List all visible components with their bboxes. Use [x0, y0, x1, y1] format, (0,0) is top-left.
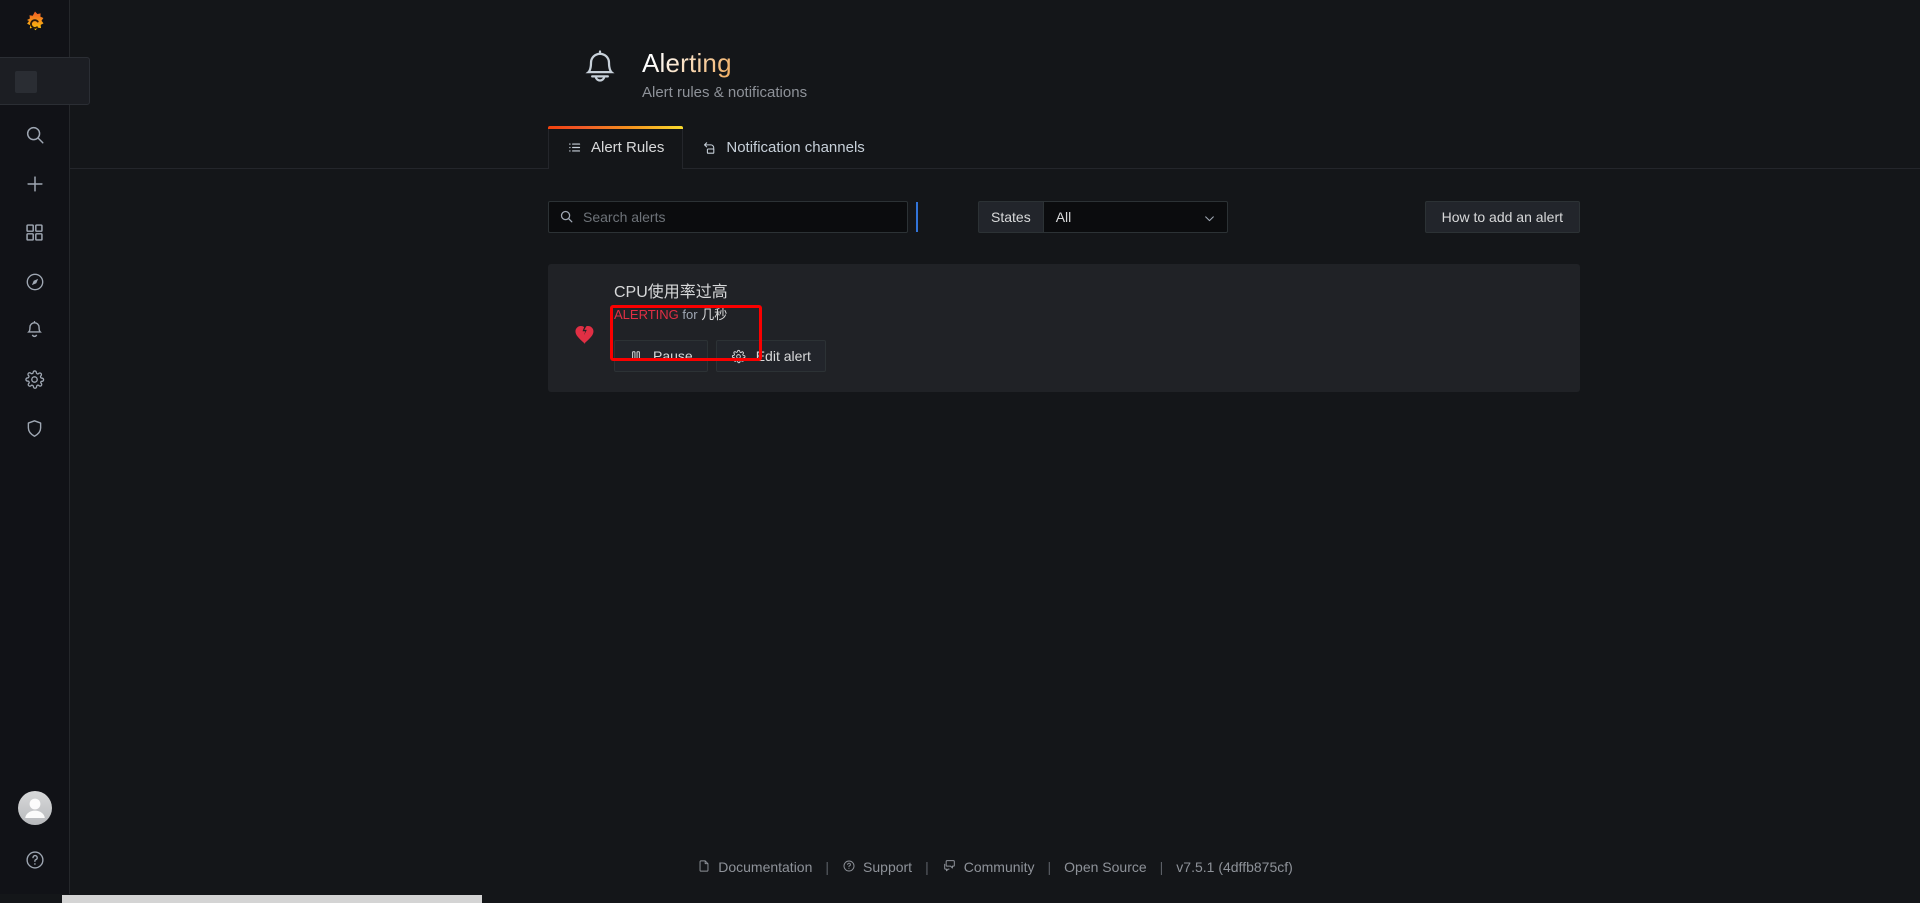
alert-rule-body: CPU使用率过高 ALERTING for 几秒: [614, 282, 1560, 372]
pause-button[interactable]: Pause: [614, 340, 708, 372]
page-title: Alerting: [642, 48, 807, 78]
alerts-toolbar: States All How to add an alert: [548, 201, 1580, 233]
list-icon: [567, 140, 582, 155]
tab-alert-rules[interactable]: Alert Rules: [548, 127, 683, 168]
footer-link-community[interactable]: Community: [942, 858, 1035, 876]
alert-rule-item[interactable]: CPU使用率过高 ALERTING for 几秒: [548, 264, 1580, 392]
search-icon: [24, 124, 46, 146]
footer-separator: |: [912, 859, 942, 875]
alert-rule-actions: Pause: [614, 340, 1560, 372]
tab-bar: Alert Rules Notification channels: [70, 127, 1920, 169]
content-area: States All How to add an alert: [70, 169, 1920, 392]
compass-icon: [24, 271, 46, 293]
share-icon: [701, 140, 717, 156]
document-icon: [697, 859, 711, 876]
grafana-app: Alerting Alert rules & notifications: [0, 0, 1920, 903]
main-content: Alerting Alert rules & notifications: [70, 0, 1920, 903]
sidebar-bottom-group: [0, 791, 69, 903]
sidebar-item-configuration[interactable]: [0, 355, 70, 404]
how-to-add-alert-button[interactable]: How to add an alert: [1425, 201, 1580, 233]
footer-link-support[interactable]: Support: [842, 859, 912, 876]
sidebar-menu-popup[interactable]: [0, 57, 90, 105]
sidebar-item-search[interactable]: [0, 110, 70, 159]
footer-link-documentation-label: Documentation: [718, 859, 812, 875]
avatar-icon: [18, 791, 52, 825]
states-filter-select[interactable]: All: [1043, 201, 1228, 233]
footer-link-documentation[interactable]: Documentation: [697, 859, 812, 876]
horizontal-scrollbar-thumb[interactable]: [62, 895, 482, 903]
chevron-down-icon: [1203, 212, 1216, 228]
states-filter-label[interactable]: States: [978, 201, 1043, 233]
sidebar-item-create[interactable]: [0, 159, 70, 208]
page-header-text: Alerting Alert rules & notifications: [642, 47, 807, 103]
search-focus-caret: [916, 202, 918, 232]
bell-icon: [24, 320, 45, 341]
footer-link-open-source[interactable]: Open Source: [1064, 859, 1147, 875]
sidebar: [0, 0, 70, 903]
footer-separator: |: [1147, 859, 1177, 875]
heart-break-icon: [568, 321, 602, 347]
comments-icon: [942, 858, 957, 876]
grafana-logo-icon: [20, 10, 50, 45]
page-header: Alerting Alert rules & notifications: [70, 0, 1920, 103]
menu-popup-block: [15, 71, 37, 93]
alert-rule-state: ALERTING for 几秒: [614, 306, 1560, 324]
alert-rule-name[interactable]: CPU使用率过高: [614, 282, 1560, 304]
edit-alert-button[interactable]: Edit alert: [716, 340, 826, 372]
alerting-bell-icon: [578, 47, 622, 91]
gear-icon: [24, 369, 45, 390]
shield-icon: [24, 418, 45, 439]
states-filter-value: All: [1056, 209, 1072, 225]
search-alerts-box: [548, 201, 908, 233]
sidebar-item-help[interactable]: [0, 841, 70, 879]
footer-separator: |: [1035, 859, 1065, 875]
alert-state-duration: 几秒: [701, 307, 727, 322]
help-circle-icon: [24, 849, 46, 871]
search-input[interactable]: [548, 201, 908, 233]
pause-button-label: Pause: [653, 348, 693, 364]
footer-separator: |: [812, 859, 842, 875]
page-subtitle: Alert rules & notifications: [642, 83, 807, 103]
states-filter-group: States All: [978, 201, 1228, 233]
sidebar-item-alerting[interactable]: [0, 306, 70, 355]
horizontal-scrollbar[interactable]: [0, 894, 1920, 903]
gear-icon: [731, 349, 746, 364]
footer-version: v7.5.1 (4dffb875cf): [1176, 859, 1292, 875]
question-circle-icon: [842, 859, 856, 876]
pause-icon: [629, 349, 643, 363]
sidebar-item-dashboards[interactable]: [0, 208, 70, 257]
tab-notification-channels[interactable]: Notification channels: [683, 127, 882, 168]
tab-notification-channels-label: Notification channels: [726, 139, 864, 156]
avatar[interactable]: [18, 791, 52, 825]
sidebar-item-explore[interactable]: [0, 257, 70, 306]
alert-rules-list: CPU使用率过高 ALERTING for 几秒: [548, 264, 1580, 392]
tab-alert-rules-label: Alert Rules: [591, 139, 664, 156]
footer: Documentation | Support |: [70, 858, 1920, 876]
alert-state-badge: ALERTING: [614, 307, 679, 322]
sidebar-item-grafana-logo[interactable]: [0, 0, 70, 55]
footer-link-community-label: Community: [964, 859, 1035, 875]
dashboards-grid-icon: [24, 222, 45, 243]
sidebar-item-server-admin[interactable]: [0, 404, 70, 453]
footer-link-support-label: Support: [863, 859, 912, 875]
plus-icon: [24, 173, 46, 195]
footer-link-open-source-label: Open Source: [1064, 859, 1147, 875]
alert-state-connector: for: [682, 307, 697, 322]
edit-alert-button-label: Edit alert: [756, 348, 811, 364]
